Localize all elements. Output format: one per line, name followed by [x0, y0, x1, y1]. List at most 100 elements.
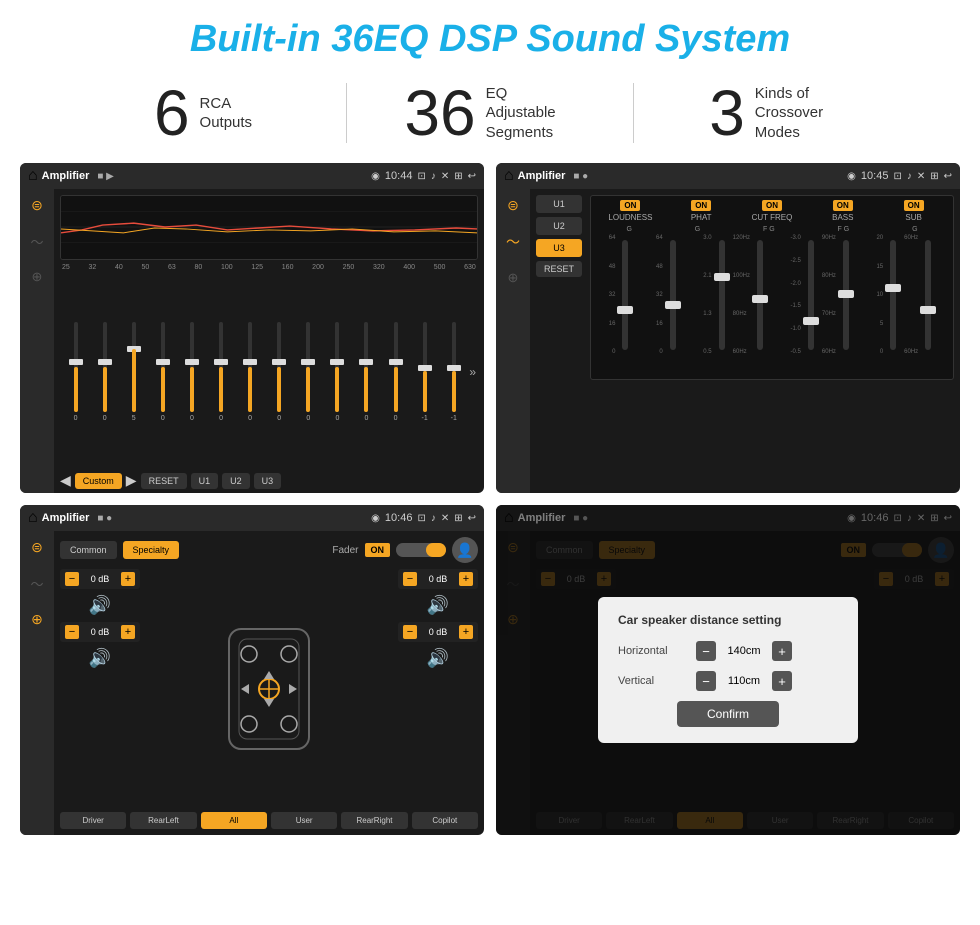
cross-v-thumb-5b[interactable] — [920, 306, 936, 314]
fader-on-toggle[interactable]: ON — [365, 543, 391, 557]
split-icon-3[interactable]: ⊕ — [31, 611, 43, 628]
rear-left-button[interactable]: RearLeft — [130, 812, 196, 829]
play-forward-button[interactable]: ▶ — [126, 472, 137, 489]
v-slider-thumb-11[interactable] — [359, 359, 373, 365]
wave-icon-3[interactable]: 〜 — [30, 574, 43, 593]
v-slider-thumb-12[interactable] — [389, 359, 403, 365]
u2-button-2[interactable]: U2 — [536, 217, 582, 235]
back-icon-3[interactable]: ↩ — [468, 513, 476, 524]
close-icon-1[interactable]: ✕ — [441, 171, 449, 182]
vol-plus-br[interactable]: + — [459, 625, 473, 639]
back-icon-1[interactable]: ↩ — [468, 171, 476, 182]
fader-right-col: − 0 dB + 🔊 − 0 dB + 🔊 — [398, 569, 478, 808]
camera-icon-3: ⊡ — [417, 513, 425, 524]
vol-minus-br[interactable]: − — [403, 625, 417, 639]
vol-plus-tl[interactable]: + — [121, 572, 135, 586]
v-slider-thumb-1[interactable] — [69, 359, 83, 365]
cross-v-track-3a[interactable] — [719, 240, 725, 350]
filter-icon[interactable]: ⊜ — [31, 197, 43, 214]
v-slider-track-1[interactable] — [74, 322, 78, 412]
home-icon-1[interactable]: ⌂ — [28, 167, 38, 185]
v-slider-thumb-4[interactable] — [156, 359, 170, 365]
split-icon[interactable]: ⊕ — [32, 269, 43, 285]
cross-v-thumb-4b[interactable] — [838, 290, 854, 298]
v-slider-thumb-6[interactable] — [214, 359, 228, 365]
filter-icon-2[interactable]: ⊜ — [507, 197, 519, 214]
v-slider-track-10[interactable] — [335, 322, 339, 412]
horizontal-plus-button[interactable]: + — [772, 641, 792, 661]
play-back-button[interactable]: ◀ — [60, 472, 71, 489]
v-slider-track-9[interactable] — [306, 322, 310, 412]
u2-button-1[interactable]: U2 — [222, 473, 250, 489]
cross-v-track-1[interactable] — [622, 240, 628, 350]
back-icon-2[interactable]: ↩ — [944, 171, 952, 182]
v-slider-track-6[interactable] — [219, 322, 223, 412]
cross-v-track-3b[interactable] — [757, 240, 763, 350]
reset-button-2[interactable]: RESET — [536, 261, 582, 277]
vol-plus-bl[interactable]: + — [121, 625, 135, 639]
horizontal-minus-button[interactable]: − — [696, 641, 716, 661]
v-slider-track-11[interactable] — [364, 322, 368, 412]
user-button[interactable]: User — [271, 812, 337, 829]
fader-main: Common Specialty Fader ON 👤 − 0 dB + — [54, 531, 484, 835]
v-slider-track-14[interactable] — [452, 322, 456, 412]
reset-button-1[interactable]: RESET — [141, 473, 187, 489]
cross-v-thumb-2[interactable] — [665, 301, 681, 309]
v-slider-thumb-7[interactable] — [243, 359, 257, 365]
specialty-button-3[interactable]: Specialty — [123, 541, 180, 559]
v-slider-thumb-8[interactable] — [272, 359, 286, 365]
vol-minus-tr[interactable]: − — [403, 572, 417, 586]
custom-button[interactable]: Custom — [75, 473, 122, 489]
expand-icon[interactable]: » — [469, 365, 476, 379]
close-icon-2[interactable]: ✕ — [917, 171, 925, 182]
common-button-3[interactable]: Common — [60, 541, 117, 559]
cross-v-thumb-5[interactable] — [885, 284, 901, 292]
vol-minus-bl[interactable]: − — [65, 625, 79, 639]
vol-minus-tl[interactable]: − — [65, 572, 79, 586]
cross-v-thumb-1[interactable] — [617, 306, 633, 314]
confirm-button[interactable]: Confirm — [677, 701, 779, 727]
rear-right-button[interactable]: RearRight — [341, 812, 407, 829]
v-slider-track-13[interactable] — [423, 322, 427, 412]
cross-col-cutfreq: ON CUT FREQ — [737, 200, 808, 222]
v-slider-track-3[interactable] — [132, 322, 136, 412]
v-slider-track-2[interactable] — [103, 322, 107, 412]
cross-v-thumb-3a[interactable] — [714, 273, 730, 281]
v-slider-track-7[interactable] — [248, 322, 252, 412]
close-icon-3[interactable]: ✕ — [441, 513, 449, 524]
v-slider-thumb-2[interactable] — [98, 359, 112, 365]
v-slider-track-5[interactable] — [190, 322, 194, 412]
v-slider-thumb-10[interactable] — [330, 359, 344, 365]
u3-button-2[interactable]: U3 — [536, 239, 582, 257]
cross-v-thumb-3b[interactable] — [752, 295, 768, 303]
u1-button-1[interactable]: U1 — [191, 473, 219, 489]
fader-slider-h[interactable] — [396, 543, 446, 557]
u1-button-2[interactable]: U1 — [536, 195, 582, 213]
home-icon-3[interactable]: ⌂ — [28, 509, 38, 527]
wave-icon-2[interactable]: 〜 — [506, 232, 520, 252]
cross-v-thumb-4a[interactable] — [803, 317, 819, 325]
v-slider-track-12[interactable] — [394, 322, 398, 412]
copilot-button[interactable]: Copilot — [412, 812, 478, 829]
avatar-icon[interactable]: 👤 — [452, 537, 478, 563]
wave-icon[interactable]: 〜 — [30, 232, 43, 251]
vol-plus-tr[interactable]: + — [459, 572, 473, 586]
v-slider-track-8[interactable] — [277, 322, 281, 412]
v-slider-track-4[interactable] — [161, 322, 165, 412]
split-icon-2[interactable]: ⊕ — [508, 270, 519, 286]
vertical-plus-button[interactable]: + — [772, 671, 792, 691]
filter-icon-3[interactable]: ⊜ — [31, 539, 43, 556]
cross-v-track-5[interactable] — [890, 240, 896, 350]
cross-v-track-4b[interactable] — [843, 240, 849, 350]
all-button[interactable]: All — [201, 812, 267, 829]
cross-v-track-2[interactable] — [670, 240, 676, 350]
cross-v-track-5b[interactable] — [925, 240, 931, 350]
vertical-minus-button[interactable]: − — [696, 671, 716, 691]
v-slider-thumb-5[interactable] — [185, 359, 199, 365]
left-sidebar-2: ⊜ 〜 ⊕ — [496, 189, 530, 493]
v-slider-thumb-9[interactable] — [301, 359, 315, 365]
home-icon-2[interactable]: ⌂ — [504, 167, 514, 185]
driver-button[interactable]: Driver — [60, 812, 126, 829]
u3-button-1[interactable]: U3 — [254, 473, 282, 489]
cross-v-track-4a[interactable] — [808, 240, 814, 350]
